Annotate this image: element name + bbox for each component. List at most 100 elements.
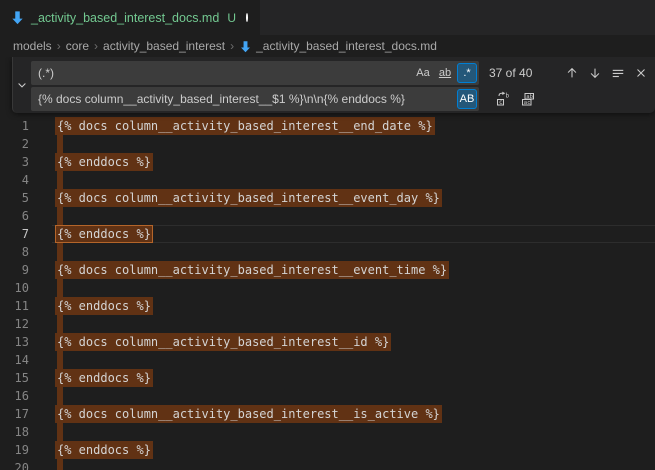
breadcrumb-item-models[interactable]: models [13,39,52,53]
code-line[interactable]: 5{% docs column__activity_based_interest… [0,189,655,207]
line-content [57,389,63,403]
find-row: (.*) Aa ab .* 37 of 40 [31,61,652,85]
editor-tab[interactable]: _activity_based_interest_docs.md U [0,0,260,35]
line-number: 3 [0,153,29,171]
previous-match-button[interactable] [561,62,583,84]
close-find-widget-button[interactable] [630,62,652,84]
breadcrumb: models › core › activity_based_interest … [0,35,655,57]
replace-button[interactable]: c b [492,88,514,110]
code-line[interactable]: 7{% enddocs %} [0,225,655,243]
replace-input[interactable]: {% docs column__activity_based_interest_… [31,87,479,111]
unsaved-changes-dot[interactable] [246,13,248,22]
line-content [57,461,63,470]
whole-word-toggle[interactable]: ab [435,63,455,83]
line-content: {% enddocs %} [57,371,153,385]
code-line[interactable]: 4 [0,171,655,189]
empty-line-find-match [57,243,63,261]
line-content: {% docs column__activity_based_interest_… [57,263,449,277]
line-number: 19 [0,441,29,459]
line-content [57,173,63,187]
empty-line-find-match [57,459,63,470]
svg-text:ac: ac [524,100,531,106]
line-number: 16 [0,387,29,405]
line-content: {% enddocs %} [57,155,153,169]
current-find-match: {% enddocs %} [55,225,153,243]
breadcrumb-item-core[interactable]: core [66,39,89,53]
line-number: 14 [0,351,29,369]
find-match: {% enddocs %} [55,153,153,171]
replace-input-value: {% docs column__activity_based_interest_… [38,92,457,106]
line-number: 18 [0,423,29,441]
line-content: {% docs column__activity_based_interest_… [57,407,442,421]
code-lines: 1 {% docs column__activity_based_interest… [0,117,655,470]
empty-line-find-match [57,279,63,297]
chevron-right-icon: › [94,39,98,53]
match-case-toggle[interactable]: Aa [413,63,433,83]
find-replace-widget: (.*) Aa ab .* 37 of 40 [12,57,655,113]
replace-all-button[interactable]: ab ac [517,88,539,110]
find-in-selection-button[interactable] [607,62,629,84]
find-match: {% enddocs %} [55,441,153,459]
code-line[interactable]: 3 {% enddocs %} [0,153,655,171]
find-match: {% docs column__activity_based_interest_… [55,189,442,207]
code-line[interactable]: 14 [0,351,655,369]
find-input-value: (.*) [38,66,413,80]
regex-toggle[interactable]: .* [457,63,477,83]
code-line[interactable]: 8 [0,243,655,261]
editor: (.*) Aa ab .* 37 of 40 [0,57,655,470]
preserve-case-toggle[interactable]: AB [457,89,477,109]
code-line[interactable]: 19 {% enddocs %} [0,441,655,459]
code-line[interactable]: 10 [0,279,655,297]
code-line[interactable]: 11 {% enddocs %} [0,297,655,315]
line-content [57,281,63,295]
code-line[interactable]: 18 [0,423,655,441]
code-line[interactable]: 2 [0,135,655,153]
line-number: 10 [0,279,29,297]
line-content: {% enddocs %} [57,443,153,457]
breadcrumb-item-activity-based-interest[interactable]: activity_based_interest [103,39,225,53]
code-line[interactable]: 13{% docs column__activity_based_interes… [0,333,655,351]
empty-line-find-match [57,207,63,225]
code-line[interactable]: 9 {% docs column__activity_based_interest… [0,261,655,279]
code-line[interactable]: 15 {% enddocs %} [0,369,655,387]
code-line[interactable]: 20 [0,459,655,470]
chevron-down-icon [16,79,28,91]
line-content [57,425,63,439]
empty-line-find-match [57,423,63,441]
breadcrumb-item-file[interactable]: _activity_based_interest_docs.md [256,39,437,53]
empty-line-find-match [57,351,63,369]
line-content: {% enddocs %} [57,299,153,313]
empty-line-find-match [57,135,63,153]
find-input[interactable]: (.*) Aa ab .* [31,61,479,85]
next-match-button[interactable] [584,62,606,84]
code-line[interactable]: 16 [0,387,655,405]
tab-filename: _activity_based_interest_docs.md [31,11,219,25]
find-match: {% docs column__activity_based_interest_… [55,405,442,423]
markdown-file-icon [10,10,25,25]
line-content [57,209,63,223]
line-number: 11 [0,297,29,315]
line-content: {% enddocs %} [57,227,153,241]
line-content: {% docs column__activity_based_interest_… [57,335,391,349]
line-content [57,353,63,367]
line-content [57,317,63,331]
tab-bar: _activity_based_interest_docs.md U [0,0,655,35]
line-content: {% docs column__activity_based_interest_… [57,191,442,205]
toggle-replace-button[interactable] [13,61,31,109]
line-number: 8 [0,243,29,261]
line-content: {% docs column__activity_based_interest_… [57,119,435,133]
code-area[interactable]: 1 {% docs column__activity_based_interest… [0,57,655,470]
line-number: 1 [0,117,29,135]
svg-text:c: c [499,99,503,106]
empty-line-find-match [57,387,63,405]
chevron-right-icon: › [57,39,61,53]
code-line[interactable]: 6 [0,207,655,225]
empty-line-find-match [57,171,63,189]
svg-text:b: b [506,93,510,100]
code-line[interactable]: 12 [0,315,655,333]
line-number: 4 [0,171,29,189]
code-line[interactable]: 17{% docs column__activity_based_interes… [0,405,655,423]
line-number: 15 [0,369,29,387]
line-number: 9 [0,261,29,279]
code-line[interactable]: 1 {% docs column__activity_based_interest… [0,117,655,135]
